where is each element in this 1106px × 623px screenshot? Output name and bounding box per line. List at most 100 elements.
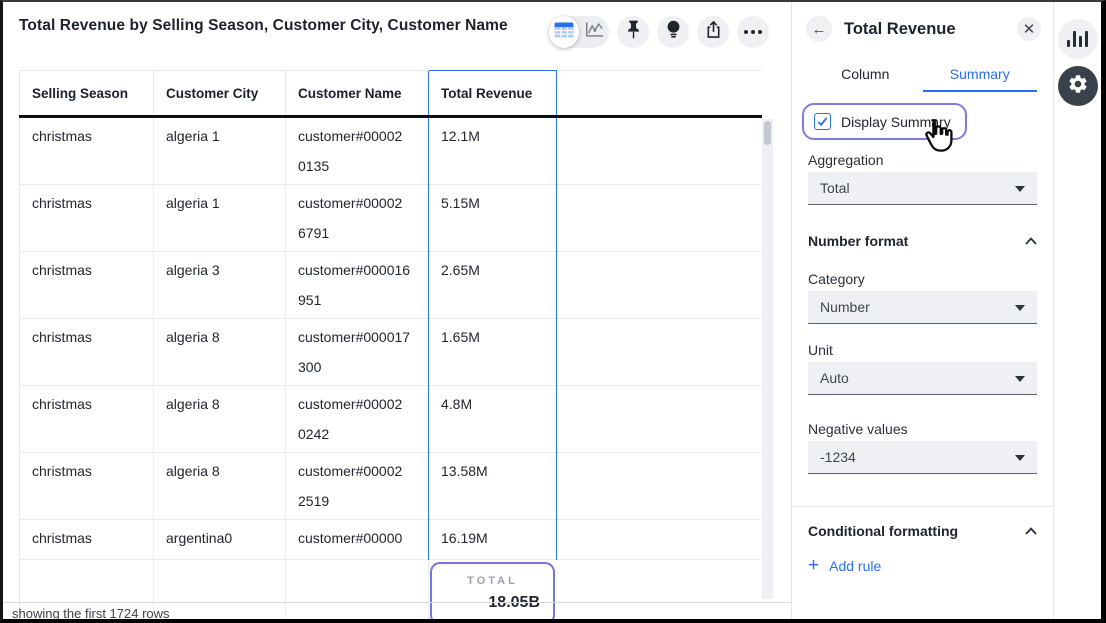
cell-customer-name[interactable]: customer#00002 6791 — [286, 185, 429, 252]
column-header-customer-name[interactable]: Customer Name — [286, 71, 429, 117]
cell-customer-name[interactable]: customer#00002 2519 — [286, 453, 429, 520]
negative-values-label: Negative values — [808, 421, 908, 437]
total-value: 18.05B — [432, 594, 553, 612]
table-row: christmas algeria 8 customer#000017 300 … — [20, 319, 762, 386]
cell-total-revenue[interactable]: 16.19M — [429, 520, 557, 560]
cell-selling-season[interactable]: christmas — [20, 185, 154, 252]
table-scrollbar[interactable] — [762, 119, 773, 599]
share-button[interactable] — [697, 16, 729, 48]
column-header-selling-season[interactable]: Selling Season — [20, 71, 154, 117]
cell-customer-name[interactable]: customer#000016 951 — [286, 252, 429, 319]
unit-label: Unit — [808, 342, 833, 358]
side-toolbar — [1053, 2, 1101, 619]
chart-view-icon — [584, 21, 604, 43]
cell-empty — [154, 560, 286, 623]
cell-customer-city[interactable]: algeria 1 — [154, 185, 286, 252]
negative-values-value: -1234 — [820, 449, 856, 465]
settings-button[interactable] — [1058, 66, 1098, 106]
conditional-formatting-title: Conditional formatting — [808, 523, 958, 539]
column-header-customer-city[interactable]: Customer City — [154, 71, 286, 117]
table-row: christmas algeria 1 customer#00002 0135 … — [20, 117, 762, 185]
table-row: christmas algeria 3 customer#000016 951 … — [20, 252, 762, 319]
more-options-button[interactable] — [737, 16, 769, 48]
total-label: TOTAL — [432, 574, 553, 588]
add-rule-label: Add rule — [829, 558, 881, 574]
add-rule-button[interactable]: + Add rule — [808, 558, 881, 574]
cell-customer-city[interactable]: algeria 1 — [154, 117, 286, 185]
answer-area: Total Revenue by Selling Season, Custome… — [3, 2, 791, 619]
negative-values-select[interactable]: -1234 — [808, 441, 1037, 474]
column-header-total-revenue-selected[interactable]: Total Revenue — [429, 71, 557, 117]
insights-button[interactable] — [657, 16, 689, 48]
chart-config-button[interactable] — [1058, 19, 1098, 59]
number-format-title: Number format — [808, 233, 908, 249]
aggregation-label: Aggregation — [808, 152, 884, 168]
conditional-formatting-section-header[interactable]: Conditional formatting — [808, 523, 1037, 539]
table-view-icon — [554, 22, 574, 43]
table-header-row: Selling Season Customer City Customer Na… — [20, 71, 762, 117]
cell-selling-season[interactable]: christmas — [20, 520, 154, 560]
tab-column[interactable]: Column — [808, 60, 923, 92]
unit-value: Auto — [820, 370, 849, 386]
cell-empty — [557, 185, 762, 252]
cell-customer-city[interactable]: algeria 8 — [154, 386, 286, 453]
cell-total-revenue[interactable]: 13.58M — [429, 453, 557, 520]
cell-empty — [557, 252, 762, 319]
section-divider — [792, 506, 1053, 507]
table-row: christmas argentina0 customer#00000 16.1… — [20, 520, 762, 560]
category-select[interactable]: Number — [808, 291, 1037, 324]
lightbulb-icon — [666, 19, 681, 45]
cell-customer-city[interactable]: algeria 3 — [154, 252, 286, 319]
answer-title: Total Revenue by Selling Season, Custome… — [19, 17, 544, 35]
bar-chart-icon — [1067, 31, 1089, 47]
cell-total-revenue[interactable]: 5.15M — [429, 185, 557, 252]
scrollbar-thumb[interactable] — [764, 121, 771, 145]
cell-total-revenue[interactable]: 1.65M — [429, 319, 557, 386]
cell-selling-season[interactable]: christmas — [20, 252, 154, 319]
pin-icon — [626, 19, 641, 45]
cell-customer-name[interactable]: customer#000017 300 — [286, 319, 429, 386]
answer-toolbar — [549, 16, 769, 48]
cell-total-revenue[interactable]: 12.1M — [429, 117, 557, 185]
display-summary-label: Display Summary — [841, 114, 951, 130]
unit-select[interactable]: Auto — [808, 362, 1037, 395]
cell-customer-name[interactable]: customer#00000 — [286, 520, 429, 560]
column-settings-panel: ← Total Revenue ✕ Column Summary Display… — [791, 2, 1053, 619]
tab-summary[interactable]: Summary — [923, 60, 1038, 92]
cell-empty — [557, 117, 762, 185]
display-summary-toggle[interactable]: Display Summary — [802, 103, 967, 140]
chart-view-button[interactable] — [579, 16, 609, 48]
panel-tabs: Column Summary — [808, 60, 1037, 92]
share-icon — [705, 20, 722, 44]
display-summary-checkbox[interactable] — [814, 113, 831, 130]
chevron-down-icon — [1015, 455, 1025, 461]
cell-selling-season[interactable]: christmas — [20, 319, 154, 386]
number-format-section-header[interactable]: Number format — [808, 233, 1037, 249]
cell-total-revenue[interactable]: 4.8M — [429, 386, 557, 453]
cell-total-revenue[interactable]: 2.65M — [429, 252, 557, 319]
pin-button[interactable] — [617, 16, 649, 48]
checkmark-icon — [817, 117, 828, 127]
close-panel-button[interactable]: ✕ — [1017, 17, 1041, 41]
cell-selling-season[interactable]: christmas — [20, 386, 154, 453]
aggregation-select[interactable]: Total — [808, 172, 1037, 205]
cell-empty — [286, 560, 429, 623]
back-button[interactable]: ← — [806, 16, 832, 42]
cell-customer-name[interactable]: customer#00002 0242 — [286, 386, 429, 453]
view-toggle — [549, 16, 609, 48]
close-icon: ✕ — [1023, 20, 1036, 38]
category-value: Number — [820, 299, 870, 315]
cell-customer-city[interactable]: argentina0 — [154, 520, 286, 560]
chevron-down-icon — [1015, 186, 1025, 192]
cell-customer-city[interactable]: algeria 8 — [154, 319, 286, 386]
cell-customer-city[interactable]: algeria 8 — [154, 453, 286, 520]
cell-customer-name[interactable]: customer#00002 0135 — [286, 117, 429, 185]
cell-selling-season[interactable]: christmas — [20, 117, 154, 185]
back-arrow-icon: ← — [812, 21, 827, 38]
table-row: christmas algeria 8 customer#00002 2519 … — [20, 453, 762, 520]
category-label: Category — [808, 271, 865, 287]
table-view-button[interactable] — [549, 16, 579, 48]
cell-selling-season[interactable]: christmas — [20, 453, 154, 520]
panel-title: Total Revenue — [844, 20, 956, 39]
cell-empty — [557, 520, 762, 560]
